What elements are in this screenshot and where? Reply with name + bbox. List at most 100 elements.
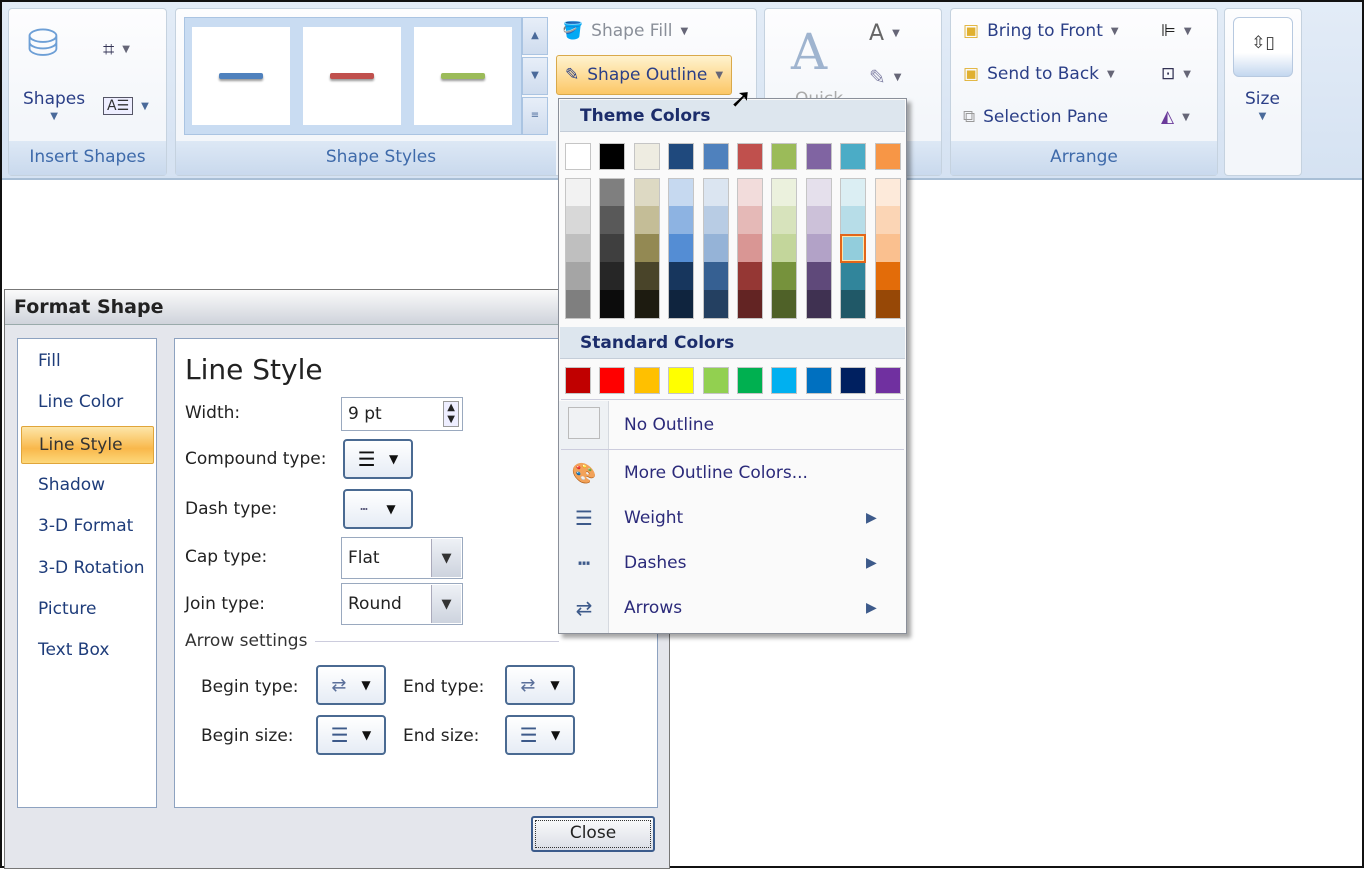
nav-item-shadow[interactable]: Shadow	[21, 467, 154, 505]
style-item[interactable]	[414, 27, 512, 125]
weight-item[interactable]: ☰ Weight ▶	[559, 496, 906, 540]
nav-item-3-d-format[interactable]: 3-D Format	[21, 508, 154, 546]
theme-shade-swatch[interactable]	[633, 290, 660, 319]
standard-color-swatch[interactable]	[737, 367, 763, 394]
selection-pane-button[interactable]: ⧉ Selection Pane	[963, 107, 1108, 127]
theme-shade-swatch[interactable]	[599, 206, 626, 235]
theme-shade-swatch[interactable]	[599, 234, 626, 263]
theme-shade-swatch[interactable]	[633, 262, 660, 291]
theme-shade-swatch[interactable]	[668, 290, 695, 319]
theme-shade-swatch[interactable]	[702, 290, 729, 319]
theme-shade-swatch[interactable]	[874, 234, 901, 263]
standard-color-swatch[interactable]	[565, 367, 591, 394]
theme-shade-swatch[interactable]	[840, 290, 867, 319]
theme-shade-swatch[interactable]	[565, 262, 591, 291]
width-spinner[interactable]: 9 pt ▲ ▼	[341, 397, 463, 431]
arrows-item[interactable]: ⇄ Arrows ▶	[559, 586, 906, 630]
standard-color-swatch[interactable]	[633, 367, 660, 394]
theme-color-swatch[interactable]	[702, 143, 729, 170]
shape-outline-button[interactable]: ✎ Shape Outline ▼	[556, 55, 733, 95]
theme-shade-swatch[interactable]	[805, 262, 832, 291]
theme-color-swatch[interactable]	[599, 143, 626, 170]
standard-color-swatch[interactable]	[599, 367, 626, 394]
standard-color-swatch[interactable]	[771, 367, 798, 394]
spinner-arrows-icon[interactable]: ▲ ▼	[443, 401, 459, 427]
theme-shade-swatch[interactable]	[771, 262, 798, 291]
selected-color-swatch[interactable]	[840, 234, 867, 263]
style-item[interactable]	[303, 27, 401, 125]
theme-shade-swatch[interactable]	[737, 178, 763, 207]
rotate-icon[interactable]: ◭ ▼	[1161, 107, 1190, 127]
theme-shade-swatch[interactable]	[633, 178, 660, 207]
theme-shade-swatch[interactable]	[737, 290, 763, 319]
standard-color-swatch[interactable]	[840, 367, 867, 394]
begin-size-picker[interactable]: ☰ ▼	[316, 715, 386, 755]
theme-color-swatch[interactable]	[874, 143, 901, 170]
theme-shade-swatch[interactable]	[702, 234, 729, 263]
theme-shade-swatch[interactable]	[840, 178, 867, 207]
join-type-select[interactable]: Round ▼	[341, 583, 463, 625]
dash-type-picker[interactable]: ┅ ▼	[343, 489, 413, 529]
theme-shade-swatch[interactable]	[805, 234, 832, 263]
gallery-up-button[interactable]: ▲	[522, 17, 548, 55]
theme-color-swatch[interactable]	[840, 143, 867, 170]
size-button[interactable]: Size ▼	[1245, 89, 1280, 122]
gallery-down-button[interactable]: ▼	[522, 57, 548, 95]
gallery-more-button[interactable]: ≡	[522, 97, 548, 135]
group-icon[interactable]: ⊡ ▼	[1161, 64, 1191, 84]
compound-type-picker[interactable]: ☰ ▼	[343, 439, 413, 479]
theme-shade-swatch[interactable]	[771, 234, 798, 263]
nav-item-picture[interactable]: Picture	[21, 591, 154, 629]
theme-shade-swatch[interactable]	[668, 262, 695, 291]
theme-shade-swatch[interactable]	[633, 234, 660, 263]
edit-shape-icon[interactable]: ⌗ ▼	[103, 37, 130, 61]
standard-color-swatch[interactable]	[874, 367, 901, 394]
theme-color-swatch[interactable]	[771, 143, 798, 170]
theme-shade-swatch[interactable]	[702, 206, 729, 235]
theme-shade-swatch[interactable]	[565, 178, 591, 207]
nav-item-text-box[interactable]: Text Box	[21, 632, 154, 670]
nav-item-fill[interactable]: Fill	[21, 343, 154, 381]
theme-shade-swatch[interactable]	[805, 206, 832, 235]
theme-shade-swatch[interactable]	[702, 262, 729, 291]
theme-shade-swatch[interactable]	[668, 234, 695, 263]
theme-shade-swatch[interactable]	[874, 206, 901, 235]
size-group[interactable]: ⇳▯ Size ▼	[1224, 8, 1302, 176]
more-outline-colors-item[interactable]: 🎨 More Outline Colors...	[559, 451, 906, 495]
text-outline-icon[interactable]: ✎ ▼	[869, 65, 901, 89]
theme-shade-swatch[interactable]	[668, 206, 695, 235]
chevron-down-icon[interactable]: ▼	[431, 539, 461, 577]
theme-color-swatch[interactable]	[633, 143, 660, 170]
shapes-icon[interactable]: ⛁	[27, 21, 59, 65]
theme-shade-swatch[interactable]	[565, 206, 591, 235]
text-box-icon[interactable]: A☰ ▼	[103, 97, 149, 115]
theme-shade-swatch[interactable]	[771, 178, 798, 207]
theme-shade-swatch[interactable]	[737, 262, 763, 291]
theme-shade-swatch[interactable]	[737, 234, 763, 263]
end-type-picker[interactable]: ⇄ ▼	[505, 665, 575, 705]
theme-color-swatch[interactable]	[668, 143, 695, 170]
theme-shade-swatch[interactable]	[805, 290, 832, 319]
theme-shade-swatch[interactable]	[599, 178, 626, 207]
shape-fill-button[interactable]: 🪣 Shape Fill ▼	[562, 21, 688, 41]
theme-shade-swatch[interactable]	[633, 206, 660, 235]
theme-shade-swatch[interactable]	[771, 206, 798, 235]
cap-type-select[interactable]: Flat ▼	[341, 537, 463, 579]
standard-color-swatch[interactable]	[805, 367, 832, 394]
theme-shade-swatch[interactable]	[840, 262, 867, 291]
begin-type-picker[interactable]: ⇄ ▼	[316, 665, 386, 705]
close-button[interactable]: Close	[531, 816, 655, 852]
theme-shade-swatch[interactable]	[668, 178, 695, 207]
theme-shade-swatch[interactable]	[874, 262, 901, 291]
nav-item-line-style[interactable]: Line Style	[21, 425, 154, 464]
theme-shade-swatch[interactable]	[840, 206, 867, 235]
nav-item-3-d-rotation[interactable]: 3-D Rotation	[21, 550, 154, 588]
theme-shade-swatch[interactable]	[599, 262, 626, 291]
no-outline-item[interactable]: No Outline	[559, 403, 906, 447]
theme-shade-swatch[interactable]	[737, 206, 763, 235]
theme-shade-swatch[interactable]	[565, 290, 591, 319]
shapes-button[interactable]: Shapes ▼	[23, 89, 85, 122]
nav-item-line-color[interactable]: Line Color	[21, 384, 154, 422]
theme-color-swatch[interactable]	[737, 143, 763, 170]
theme-shade-swatch[interactable]	[565, 234, 591, 263]
